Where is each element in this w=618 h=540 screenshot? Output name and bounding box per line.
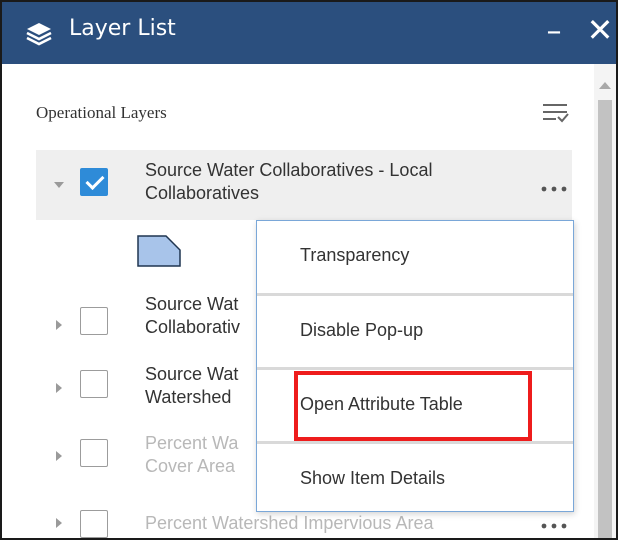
layer-context-menu: Transparency Disable Pop-up Open Attribu… (256, 220, 574, 512)
layer-options-icon[interactable] (540, 98, 570, 128)
layer-visibility-checkbox[interactable] (80, 168, 108, 196)
layer-visibility-checkbox[interactable] (80, 510, 108, 538)
layer-visibility-checkbox[interactable] (80, 370, 108, 398)
panel-header: Layer List – ✕ (2, 2, 616, 64)
collapse-caret-icon[interactable] (54, 182, 64, 188)
expand-caret-icon[interactable] (56, 320, 62, 330)
more-options-icon[interactable] (539, 521, 569, 531)
menu-item-show-item-details[interactable]: Show Item Details (257, 444, 573, 516)
minimize-icon[interactable]: – (540, 12, 568, 52)
expand-caret-icon[interactable] (56, 518, 62, 528)
scrollbar-thumb[interactable] (598, 100, 612, 538)
layer-label[interactable]: Source Water Collaboratives - Local Coll… (145, 159, 525, 205)
layers-icon (26, 23, 52, 46)
vertical-scrollbar[interactable] (594, 64, 616, 538)
expand-caret-icon[interactable] (56, 451, 62, 461)
expand-caret-icon[interactable] (56, 383, 62, 393)
scroll-up-arrow-icon[interactable] (599, 82, 611, 89)
more-options-icon[interactable] (539, 184, 569, 194)
layer-visibility-checkbox[interactable] (80, 439, 108, 467)
layer-list-panel: Layer List – ✕ Operational Layers Source… (0, 0, 618, 540)
legend-polygon-swatch-icon (137, 235, 181, 267)
highlight-annotation-box (294, 371, 532, 441)
menu-item-disable-popup[interactable]: Disable Pop-up (257, 296, 573, 368)
operational-layers-label: Operational Layers (36, 103, 167, 122)
close-icon[interactable]: ✕ (586, 8, 614, 52)
panel-title: Layer List (69, 16, 176, 41)
layer-visibility-checkbox[interactable] (80, 307, 108, 335)
menu-item-transparency[interactable]: Transparency (257, 221, 573, 293)
